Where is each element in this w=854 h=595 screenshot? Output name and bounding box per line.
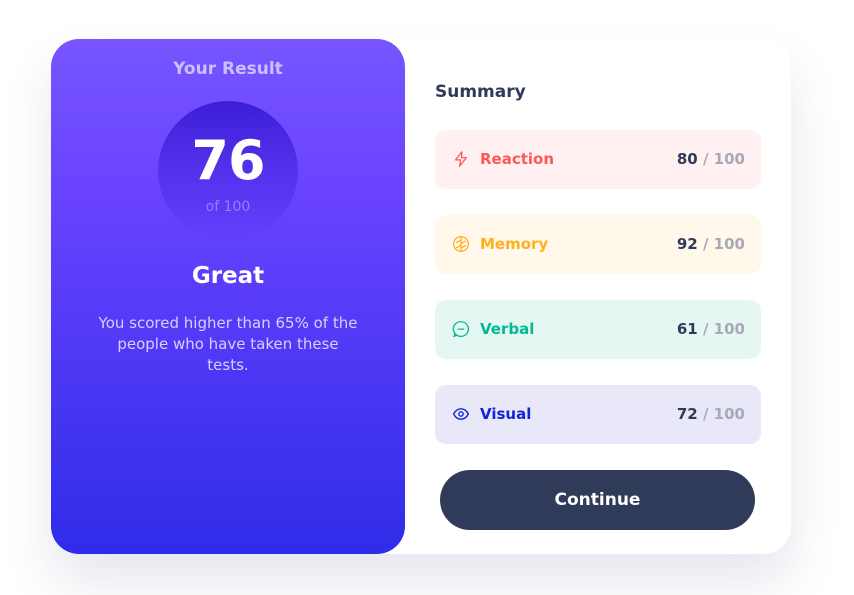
summary-row-visual: Visual 72 / 100 [435, 385, 761, 444]
score-circle: 76 of 100 [158, 101, 298, 241]
summary-score: 72 / 100 [676, 405, 745, 423]
summary-title: Summary [435, 82, 526, 102]
lightning-icon [452, 150, 470, 168]
summary-score: 61 / 100 [676, 320, 745, 338]
summary-row-reaction: Reaction 80 / 100 [435, 130, 761, 189]
brain-icon [452, 235, 470, 253]
summary-row-memory: Memory 92 / 100 [435, 215, 761, 274]
summary-label: Visual [480, 405, 532, 423]
score-max: of 100 [205, 199, 251, 215]
result-description: You scored higher than 65% of the people… [98, 314, 358, 374]
result-panel: Your Result 76 of 100 Great You scored h… [51, 39, 405, 554]
summary-label: Reaction [480, 150, 555, 168]
eye-icon [452, 405, 470, 423]
result-title: Your Result [173, 59, 283, 79]
score-value: 76 [191, 129, 265, 192]
summary-score: 92 / 100 [676, 235, 745, 253]
summary-row-verbal: Verbal 61 / 100 [435, 300, 761, 359]
chat-bubble-icon [452, 320, 470, 338]
summary-label: Memory [480, 235, 549, 253]
summary-label: Verbal [480, 320, 535, 338]
summary-score: 80 / 100 [676, 150, 745, 168]
continue-button[interactable]: Continue [440, 470, 755, 530]
rating-label: Great [191, 263, 265, 289]
